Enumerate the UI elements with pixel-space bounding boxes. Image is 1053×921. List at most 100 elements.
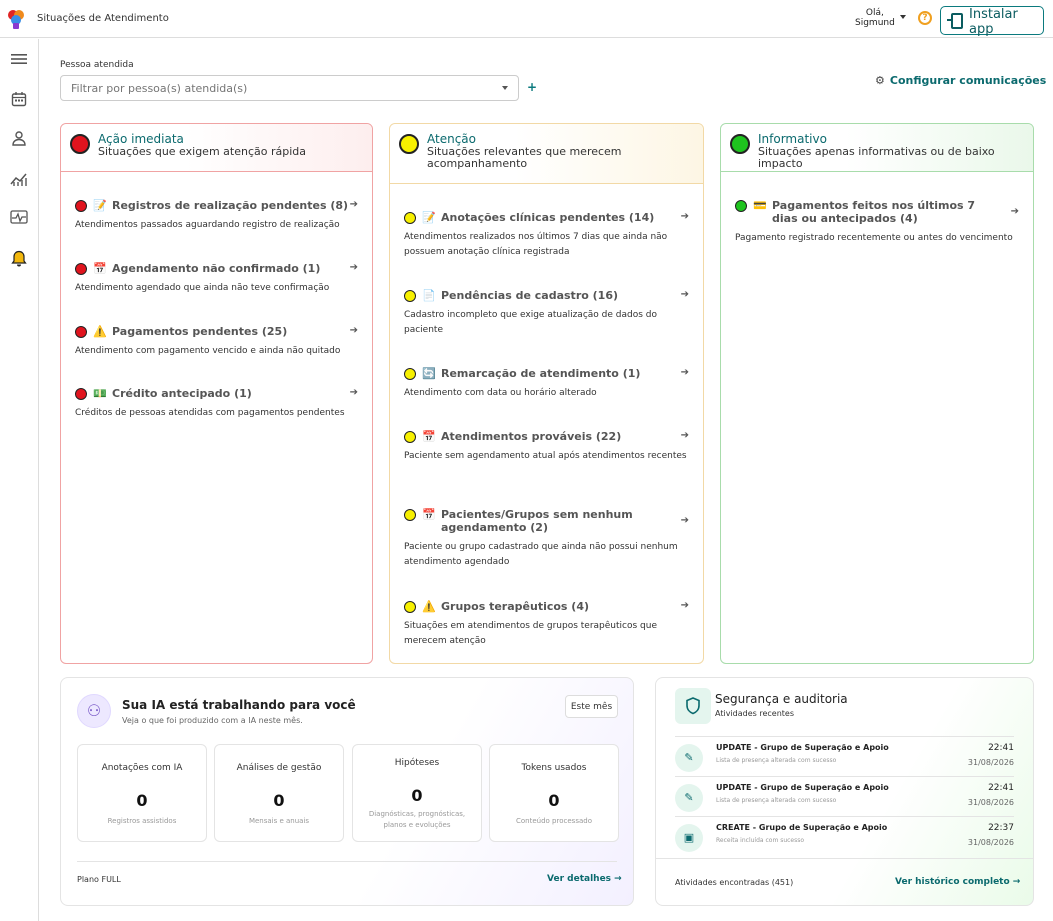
arrow-right-icon[interactable]: ➔ <box>350 387 358 398</box>
divider <box>656 858 1033 859</box>
activity-date: 31/08/2026 <box>967 838 1014 847</box>
hamburger-icon[interactable] <box>9 49 29 69</box>
immediate-action-title: Ação imediata <box>98 132 184 146</box>
refresh-icon: 🔄 <box>422 367 436 380</box>
calendar-icon: 📅 <box>422 430 436 443</box>
configure-communications-link[interactable]: ⚙ Configurar comunicações <box>875 74 1046 87</box>
immediate-action-subtitle: Situações que exigem atenção rápida <box>98 145 306 158</box>
view-details-link[interactable]: Ver detalhes → <box>547 874 622 884</box>
chevron-down-icon[interactable] <box>502 86 508 90</box>
situation-item[interactable]: 📝 Registros de realização pendentes (8) ➔… <box>75 199 358 233</box>
red-dot-icon <box>75 263 87 275</box>
plan-prefix: Plano <box>77 875 99 884</box>
situation-item[interactable]: 💵 Crédito antecipado (1) ➔ Créditos de pe… <box>75 387 358 421</box>
activity-title: CREATE - Grupo de Superação e Apoio <box>716 823 888 832</box>
warning-icon: ⚠️ <box>93 325 107 338</box>
red-dot-icon <box>75 200 87 212</box>
stat-note: Conteúdo processado <box>516 817 592 825</box>
yellow-dot-icon <box>404 290 416 302</box>
security-title: Segurança e auditoria <box>715 692 848 706</box>
security-audit-card: Segurança e auditoria Atividades recente… <box>655 677 1034 906</box>
situation-item[interactable]: 📅 Agendamento não confirmado (1) ➔ Atendi… <box>75 262 358 296</box>
person-icon[interactable] <box>9 128 29 148</box>
arrow-right-icon[interactable]: ➔ <box>350 325 358 336</box>
informative-header: Informativo Situações apenas informativa… <box>721 124 1033 172</box>
red-dot-icon <box>75 326 87 338</box>
install-app-label: Instalar app <box>969 7 1018 37</box>
memo-icon: 📝 <box>93 199 107 212</box>
ai-subtitle: Veja o que foi produzido com a IA neste … <box>122 716 303 725</box>
activity-time: 22:41 <box>988 783 1014 793</box>
situation-item[interactable]: ⚠️ Pagamentos pendentes (25) ➔ Atendiment… <box>75 325 358 359</box>
arrow-right-icon[interactable]: ➔ <box>350 262 358 273</box>
activity-row[interactable]: ✎ UPDATE - Grupo de Superação e Apoio Li… <box>675 736 1014 776</box>
pulse-icon[interactable] <box>9 207 29 227</box>
user-name: Sigmund <box>855 18 895 28</box>
period-button[interactable]: Este mês <box>565 695 618 718</box>
plan-name: FULL <box>101 875 121 884</box>
activity-row[interactable]: ▣ CREATE - Grupo de Superação e Apoio Re… <box>675 816 1014 856</box>
page-title: Situações de Atendimento <box>37 13 169 24</box>
situation-item[interactable]: 💳 Pagamentos feitos nos últimos 7 dias ou… <box>735 199 1019 246</box>
gear-icon: ⚙ <box>875 74 885 87</box>
arrow-right-icon[interactable]: ➔ <box>681 211 689 222</box>
activity-title: UPDATE - Grupo de Superação e Apoio <box>716 743 889 752</box>
pencil-icon: ✎ <box>675 744 703 772</box>
situation-item[interactable]: 📅 Atendimentos prováveis (22) ➔ Paciente … <box>404 430 689 464</box>
arrow-right-icon[interactable]: ➔ <box>681 289 689 300</box>
arrow-right-icon[interactable]: ➔ <box>681 515 689 526</box>
situation-item[interactable]: ⚠️ Grupos terapêuticos (4) ➔ Situações em… <box>404 600 689 649</box>
situation-item[interactable]: 🔄 Remarcação de atendimento (1) ➔ Atendim… <box>404 367 689 401</box>
activity-title: UPDATE - Grupo de Superação e Apoio <box>716 783 889 792</box>
user-menu[interactable]: Olá, Sigmund <box>855 8 895 28</box>
stat-ai-notes: Anotações com IA 0 Registros assistidos <box>77 744 207 842</box>
arrow-right-icon[interactable]: ➔ <box>681 600 689 611</box>
arrow-right-icon[interactable]: ➔ <box>681 367 689 378</box>
informative-title: Informativo <box>758 132 827 146</box>
situation-description: Créditos de pessoas atendidas com pagame… <box>75 408 345 418</box>
activity-description: Lista de presença alterada com sucesso <box>716 797 837 804</box>
person-filter-input[interactable] <box>60 75 519 101</box>
ai-summary-card: ⚇ Sua IA está trabalhando para você Veja… <box>60 677 634 906</box>
divider <box>77 861 617 862</box>
document-icon: 📄 <box>422 289 436 302</box>
brain-icon: ⚇ <box>77 694 111 728</box>
activity-row[interactable]: ✎ UPDATE - Grupo de Superação e Apoio Li… <box>675 776 1014 816</box>
attention-subtitle: Situações relevantes que merecem acompan… <box>427 145 622 170</box>
immediate-action-header: Ação imediata Situações que exigem atenç… <box>61 124 372 172</box>
situation-title: Grupos terapêuticos (4) <box>441 600 590 613</box>
informative-subtitle: Situações apenas informativas ou de baix… <box>758 145 995 170</box>
informative-card: Informativo Situações apenas informativa… <box>720 123 1034 664</box>
bell-icon[interactable] <box>9 249 29 269</box>
situation-description: Paciente sem agendamento atual após aten… <box>404 451 687 461</box>
view-full-history-link[interactable]: Ver histórico completo → <box>895 877 1020 887</box>
situation-item[interactable]: 📅 Pacientes/Grupos sem nenhum agendamento… <box>404 508 689 570</box>
attention-title: Atenção <box>427 132 476 146</box>
arrow-right-icon[interactable]: ➔ <box>1011 206 1019 217</box>
memo-icon: 📝 <box>422 211 436 224</box>
yellow-dot-icon <box>404 509 416 521</box>
stat-note: Mensais e anuais <box>248 817 310 825</box>
install-phone-icon <box>947 13 963 29</box>
security-subtitle: Atividades recentes <box>715 709 794 718</box>
calendar-icon[interactable] <box>9 89 29 109</box>
stat-label: Anotações com IA <box>101 763 183 773</box>
activity-time: 22:37 <box>988 823 1014 833</box>
pencil-icon: ✎ <box>675 784 703 812</box>
situation-item[interactable]: 📝 Anotações clínicas pendentes (14) ➔ Ate… <box>404 211 689 260</box>
credit-card-icon: 💳 <box>753 199 767 212</box>
greeting-text: Olá, <box>865 8 884 18</box>
activity-count: Atividades encontradas (451) <box>675 878 794 887</box>
plan-info: Plano FULL <box>77 875 121 884</box>
install-app-button[interactable]: Instalar app <box>940 6 1044 37</box>
red-dot-icon <box>75 388 87 400</box>
question-circle-icon[interactable]: ? <box>918 11 932 25</box>
stat-management-analyses: Análises de gestão 0 Mensais e anuais <box>214 744 344 842</box>
chart-icon[interactable] <box>9 169 29 189</box>
arrow-right-icon[interactable]: ➔ <box>350 199 358 210</box>
situation-item[interactable]: 📄 Pendências de cadastro (16) ➔ Cadastro … <box>404 289 689 338</box>
arrow-right-icon[interactable]: ➔ <box>681 430 689 441</box>
chevron-down-icon[interactable] <box>900 15 906 19</box>
situation-title: Remarcação de atendimento (1) <box>441 367 641 380</box>
add-filter-button[interactable]: + <box>527 80 537 94</box>
